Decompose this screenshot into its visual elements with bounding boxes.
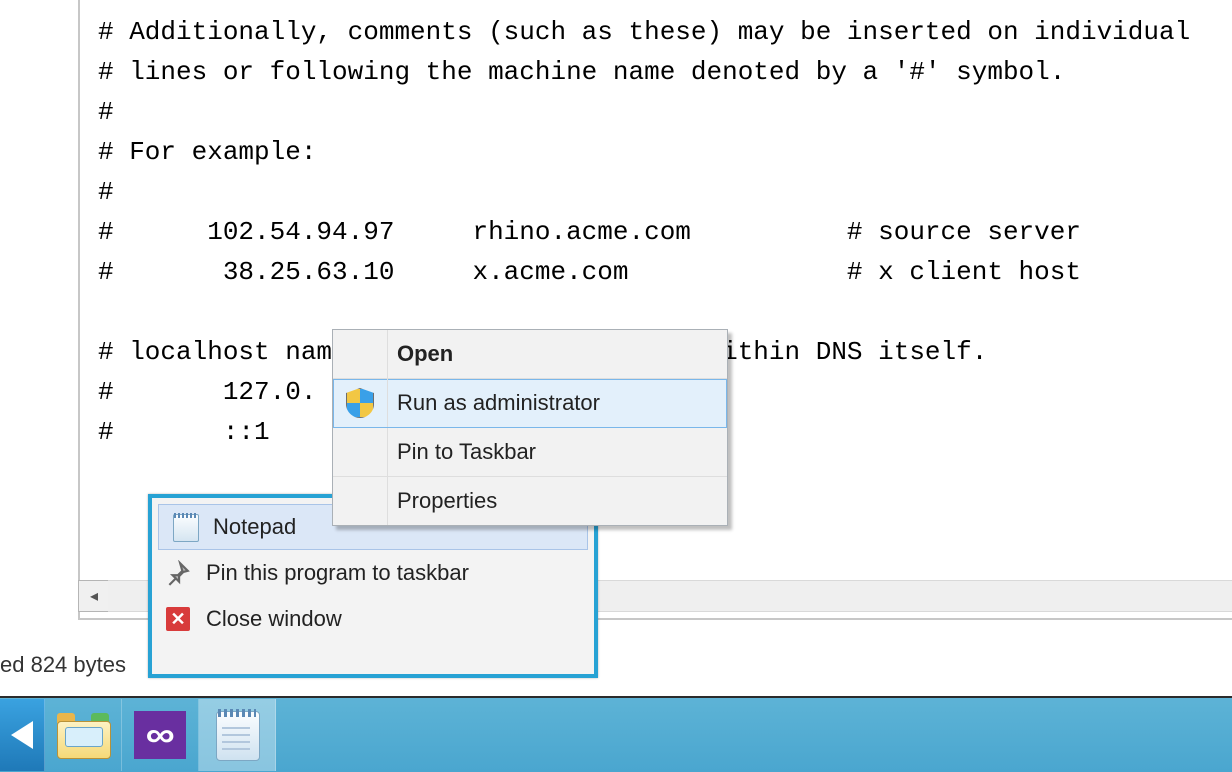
context-pin-label: Pin to Taskbar [397, 439, 536, 465]
jump-list-close[interactable]: ✕ Close window [152, 596, 594, 642]
scroll-left-button[interactable]: ◂ [78, 580, 110, 612]
pin-icon [164, 559, 192, 587]
status-bar-text: ed 824 bytes [0, 652, 126, 678]
taskbar-start[interactable] [0, 699, 45, 771]
jump-pin-label: Pin this program to taskbar [206, 560, 469, 586]
jump-app-label: Notepad [213, 514, 296, 540]
taskbar-notepad[interactable] [199, 699, 276, 771]
context-icon-col [333, 379, 388, 427]
visual-studio-icon: ∞ [134, 711, 186, 759]
taskbar-file-explorer[interactable] [45, 699, 122, 771]
jump-close-label: Close window [206, 606, 342, 632]
file-explorer-icon [57, 713, 109, 757]
notepad-icon [214, 709, 260, 761]
start-icon [11, 721, 33, 749]
context-menu-pin-taskbar[interactable]: Pin to Taskbar [333, 428, 727, 477]
context-run-admin-label: Run as administrator [397, 390, 600, 416]
context-menu: Open Run as administrator Pin to Taskbar… [332, 329, 728, 526]
context-properties-label: Properties [397, 488, 497, 514]
taskbar: ∞ [0, 696, 1232, 772]
jump-list-pin[interactable]: Pin this program to taskbar [152, 550, 594, 596]
context-icon-col [333, 330, 388, 378]
notepad-icon [171, 513, 199, 541]
close-icon: ✕ [164, 605, 192, 633]
context-menu-run-admin[interactable]: Run as administrator [333, 379, 727, 428]
context-icon-col [333, 477, 388, 525]
taskbar-visual-studio[interactable]: ∞ [122, 699, 199, 771]
context-menu-properties[interactable]: Properties [333, 477, 727, 525]
uac-shield-icon [346, 388, 374, 418]
context-open-label: Open [397, 341, 453, 367]
context-menu-open[interactable]: Open [333, 330, 727, 379]
context-icon-col [333, 428, 388, 476]
